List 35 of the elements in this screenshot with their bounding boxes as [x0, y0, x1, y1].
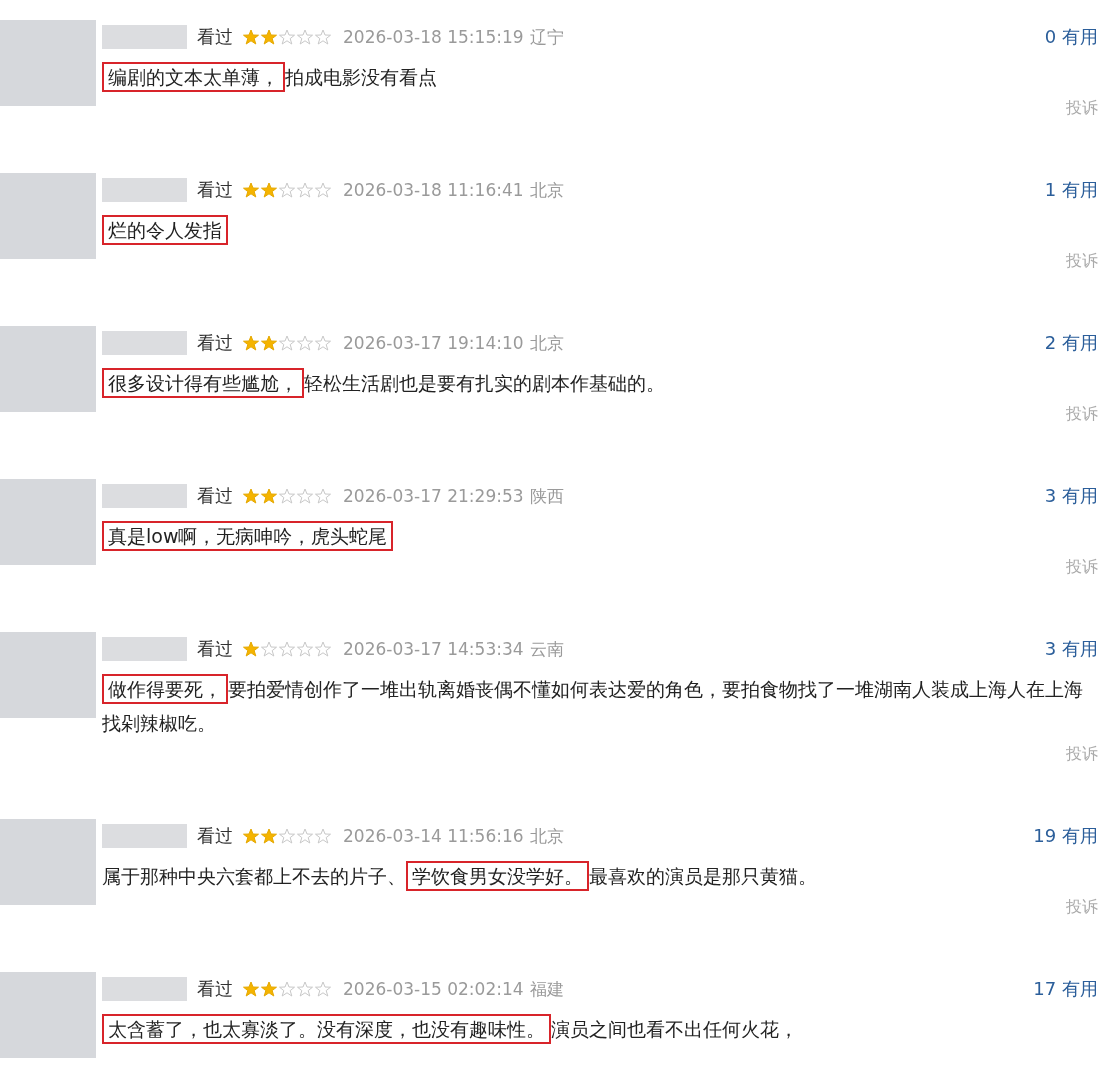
useful-count[interactable]: 0 有用: [1044, 25, 1098, 49]
review-time: 2026-03-18 15:15:19: [343, 27, 524, 47]
review-text: 很多设计得有些尴尬， 轻松生活剧也是要有扎实的剧本作基础的。: [102, 366, 1098, 400]
review-time: 2026-03-14 11:56:16: [343, 826, 524, 846]
review-location: 北京: [529, 178, 564, 202]
watched-label: 看过: [197, 824, 233, 848]
useful-count[interactable]: 17 有用: [1033, 977, 1098, 1001]
watched-label: 看过: [197, 178, 233, 202]
review-text: 属于那种中央六套都上不去的片子、 学饮食男女没学好。 最喜欢的演员是那只黄猫。: [102, 859, 1098, 893]
review-text: 做作得要死， 要拍爱情创作了一堆出轨离婚丧偶不懂如何表达爱的角色，要拍食物找了一堆湖南人装成上海人在上海找剁辣椒吃。: [102, 672, 1098, 740]
useful-count[interactable]: 19 有用: [1033, 824, 1098, 848]
review-location: 北京: [529, 331, 564, 355]
review-text: 编剧的文本太单薄， 拍成电影没有看点: [102, 60, 1098, 94]
review-text: 真是low啊，无病呻吟，虎头蛇尾: [102, 519, 1098, 553]
review-time: 2026-03-17 21:29:53: [343, 486, 524, 506]
review-time: 2026-03-18 11:16:41: [343, 180, 524, 200]
review-time: 2026-03-17 14:53:34: [343, 639, 524, 659]
review-location: 辽宁: [529, 25, 564, 49]
review-time: 2026-03-15 02:02:14: [343, 979, 524, 999]
review-location: 陕西: [529, 484, 564, 508]
watched-label: 看过: [197, 977, 233, 1001]
review-location: 北京: [529, 824, 564, 848]
watched-label: 看过: [197, 637, 233, 661]
review-time: 2026-03-17 19:14:10: [343, 333, 524, 353]
watched-label: 看过: [197, 25, 233, 49]
review-text: 太含蓄了，也太寡淡了。没有深度，也没有趣味性。 演员之间也看不出任何火花，: [102, 1012, 1098, 1046]
review-location: 福建: [529, 977, 564, 1001]
useful-count[interactable]: 3 有用: [1044, 637, 1098, 661]
useful-count[interactable]: 1 有用: [1044, 178, 1098, 202]
useful-count[interactable]: 3 有用: [1044, 484, 1098, 508]
watched-label: 看过: [197, 331, 233, 355]
review-text: 烂的令人发指: [102, 213, 1098, 247]
watched-label: 看过: [197, 484, 233, 508]
review-location: 云南: [529, 637, 564, 661]
useful-count[interactable]: 2 有用: [1044, 331, 1098, 355]
